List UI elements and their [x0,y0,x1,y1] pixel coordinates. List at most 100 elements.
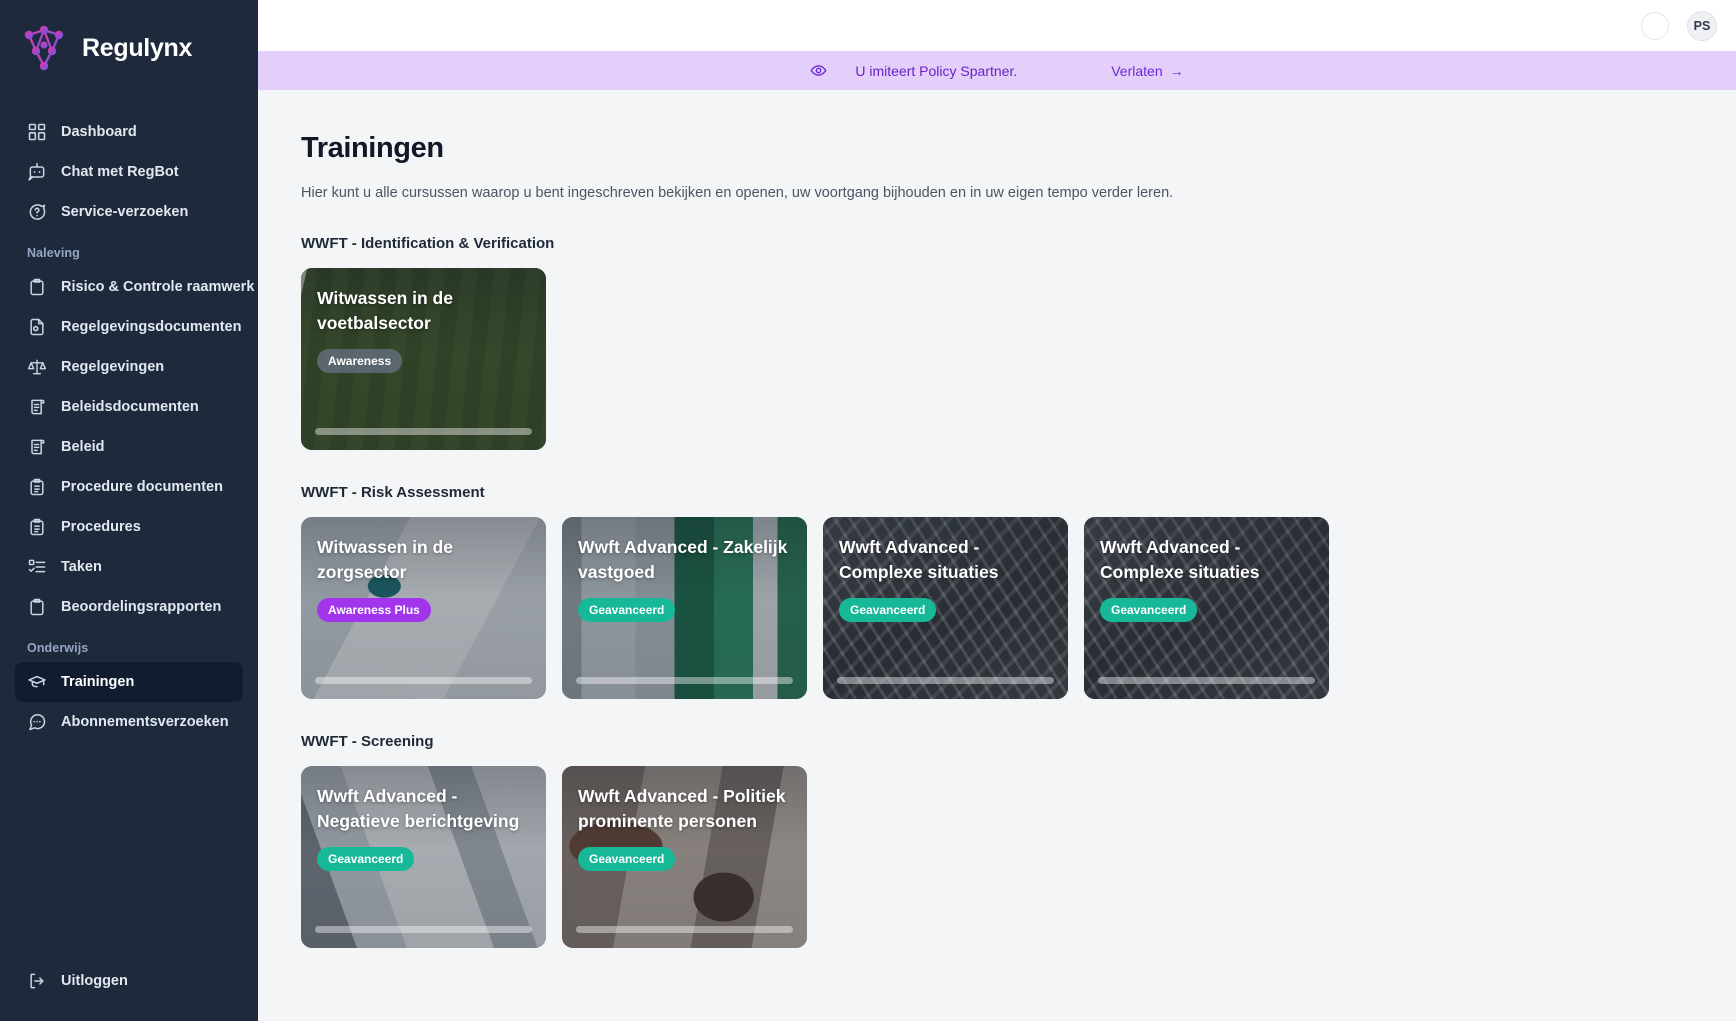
card-row: Wwft Advanced - Negatieve berichtgeving … [301,766,1736,948]
section-title: WWFT - Screening [301,733,1736,750]
sidebar-item-beleidsdocumenten[interactable]: Beleidsdocumenten [15,387,243,427]
graduation-cap-icon [27,672,47,692]
progress-bar [315,677,532,684]
sidebar-item-regelgevingsdocumenten[interactable]: Regelgevingsdocumenten [15,307,243,347]
sidebar-group-onderwijs: Onderwijs [15,627,243,662]
sidebar-footer: Uitloggen [0,961,258,1021]
sidebar-item-label: Taken [61,559,102,575]
clipboard-list-icon [27,477,47,497]
sidebar-item-procedures[interactable]: Procedures [15,507,243,547]
sidebar-item-label: Procedure documenten [61,479,223,495]
clipboard-list-icon [27,517,47,537]
course-card[interactable]: Wwft Advanced - Negatieve berichtgeving … [301,766,546,948]
course-card[interactable]: Wwft Advanced - Complexe situaties Geava… [1084,517,1329,699]
robot-chat-icon [27,162,47,182]
card-row: Witwassen in de voetbalsector Awareness [301,268,1736,450]
sidebar-item-label: Service-verzoeken [61,204,188,220]
grid-icon [27,122,47,142]
task-check-icon [27,557,47,577]
sidebar-item-beoordelingsrapporten[interactable]: Beoordelingsrapporten [15,587,243,627]
level-badge: Geavanceerd [317,847,414,871]
course-card[interactable]: Wwft Advanced - Zakelijk vastgoed Geavan… [562,517,807,699]
network-nodes-logo-icon [18,22,70,74]
sidebar-item-dashboard[interactable]: Dashboard [15,112,243,152]
content: Trainingen Hier kunt u alle cursussen wa… [258,90,1736,1021]
level-badge: Geavanceerd [839,598,936,622]
sidebar-item-label: Regelgevingsdocumenten [61,319,241,335]
course-title: Wwft Advanced - Politiek prominente pers… [578,784,791,834]
main-area: PS U imiteert Policy Spartner. Verlaten … [258,0,1736,1021]
page-description: Hier kunt u alle cursussen waarop u bent… [301,185,1736,201]
level-badge: Geavanceerd [578,598,675,622]
course-card[interactable]: Witwassen in de voetbalsector Awareness [301,268,546,450]
sidebar-item-label: Trainingen [61,674,134,690]
card-row: Witwassen in de zorgsector Awareness Plu… [301,517,1736,699]
level-badge: Geavanceerd [578,847,675,871]
arrow-right-icon: → [1170,63,1184,79]
sidebar-item-label: Beleid [61,439,105,455]
sidebar-item-risico-controle-raamwerk[interactable]: Risico & Controle raamwerk [15,267,243,307]
progress-bar [1098,677,1315,684]
logout-label: Uitloggen [61,973,128,989]
course-card[interactable]: Wwft Advanced - Politiek prominente pers… [562,766,807,948]
netherlands-flag-icon[interactable] [1641,12,1669,40]
brand[interactable]: Regulynx [0,0,258,96]
leave-impersonation-link[interactable]: Verlaten → [1111,63,1183,79]
leave-impersonation-label: Verlaten [1111,63,1162,79]
course-card[interactable]: Witwassen in de zorgsector Awareness Plu… [301,517,546,699]
section-risk-assessment: WWFT - Risk Assessment Witwassen in de z… [301,484,1736,699]
sidebar-item-label: Regelgevingen [61,359,164,375]
eye-icon [810,62,827,79]
logout-button[interactable]: Uitloggen [15,961,243,1001]
impersonation-banner: U imiteert Policy Spartner. Verlaten → [258,51,1736,90]
file-box-icon [27,317,47,337]
sidebar-item-trainingen[interactable]: Trainingen [15,662,243,702]
sidebar-item-label: Procedures [61,519,141,535]
sidebar-item-label: Dashboard [61,124,137,140]
course-title: Wwft Advanced - Complexe situaties [1100,535,1313,585]
sidebar-item-label: Chat met RegBot [61,164,179,180]
level-badge: Geavanceerd [1100,598,1197,622]
course-title: Witwassen in de zorgsector [317,535,530,585]
sidebar-item-abonnementsverzoeken[interactable]: Abonnementsverzoeken [15,702,243,742]
clipboard-icon [27,597,47,617]
sidebar-item-service-verzoeken[interactable]: Service-verzoeken [15,192,243,232]
question-bubble-icon [27,202,47,222]
sidebar-item-chat-met-regbot[interactable]: Chat met RegBot [15,152,243,192]
sidebar-item-label: Beoordelingsrapporten [61,599,221,615]
level-badge: Awareness Plus [317,598,431,622]
progress-bar [837,677,1054,684]
clipboard-icon [27,277,47,297]
progress-bar [315,428,532,435]
scroll-icon [27,437,47,457]
sidebar: Regulynx Dashboard [0,0,258,1021]
sidebar-item-taken[interactable]: Taken [15,547,243,587]
sidebar-item-procedure-documenten[interactable]: Procedure documenten [15,467,243,507]
sidebar-nav: Dashboard Chat met RegBot [0,96,258,961]
sidebar-group-naleving: Naleving [15,232,243,267]
sidebar-item-regelgevingen[interactable]: Regelgevingen [15,347,243,387]
scales-icon [27,357,47,377]
progress-bar [315,926,532,933]
logout-icon [27,971,47,991]
progress-bar [576,926,793,933]
course-card[interactable]: Wwft Advanced - Complexe situaties Geava… [823,517,1068,699]
progress-bar [576,677,793,684]
course-title: Wwft Advanced - Complexe situaties [839,535,1052,585]
section-screening: WWFT - Screening Wwft Advanced - Negatie… [301,733,1736,948]
brand-name: Regulynx [82,34,192,63]
impersonation-message: U imiteert Policy Spartner. [855,63,1017,79]
sidebar-item-label: Risico & Controle raamwerk [61,279,254,295]
topbar: PS [258,0,1736,51]
course-title: Witwassen in de voetbalsector [317,286,530,336]
sidebar-item-label: Beleidsdocumenten [61,399,199,415]
course-title: Wwft Advanced - Negatieve berichtgeving [317,784,530,834]
avatar[interactable]: PS [1687,11,1717,41]
sidebar-item-label: Abonnementsverzoeken [61,714,229,730]
course-title: Wwft Advanced - Zakelijk vastgoed [578,535,791,585]
level-badge: Awareness [317,349,402,373]
section-title: WWFT - Identification & Verification [301,235,1736,252]
page-title: Trainingen [301,132,1736,165]
scroll-icon [27,397,47,417]
sidebar-item-beleid[interactable]: Beleid [15,427,243,467]
